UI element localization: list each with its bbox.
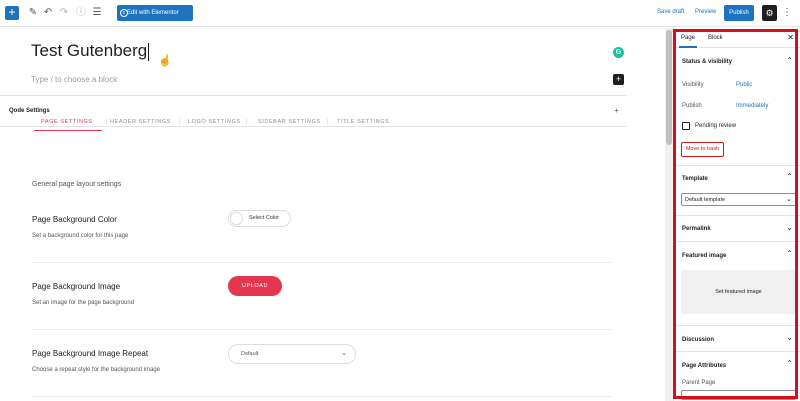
post-title-input[interactable]: Test Gutenberg: [31, 41, 150, 61]
info-icon[interactable]: ⓘ: [75, 6, 87, 20]
repeat-style-select[interactable]: Default ⌄: [228, 344, 356, 364]
more-options-icon[interactable]: ⋮: [782, 5, 792, 21]
template-select-value: Default template: [685, 197, 726, 203]
post-title-text: Test Gutenberg: [31, 41, 148, 60]
select-color-button[interactable]: Select Color: [228, 210, 291, 227]
parent-page-label: Parent Page: [682, 380, 716, 386]
tab-block[interactable]: Block: [708, 35, 723, 41]
chevron-up-icon[interactable]: ⌃: [786, 56, 793, 65]
upload-button[interactable]: UPLOAD: [228, 276, 282, 296]
field-description: Set an image for the page background: [32, 300, 135, 306]
visibility-label: Visibility: [682, 82, 704, 88]
preview-button[interactable]: Preview: [695, 9, 716, 15]
panel-title: Permalink: [682, 226, 711, 232]
tab-divider: |: [179, 119, 181, 125]
text-caret: [148, 42, 150, 61]
list-view-icon[interactable]: ☰: [91, 6, 103, 20]
expand-icon[interactable]: +: [614, 106, 619, 115]
pending-review-label: Pending review: [695, 123, 737, 129]
tab-logo-settings[interactable]: LOGO SETTINGS: [188, 119, 241, 125]
field-row-bg-color: Page Background Color Set a background c…: [32, 210, 612, 263]
add-block-icon[interactable]: +: [613, 74, 624, 85]
qode-settings-title: Qode Settings: [9, 108, 50, 114]
redo-icon[interactable]: ↷: [58, 6, 70, 20]
settings-sidebar: Page Block ✕ Status & visibility ⌃ Visib…: [673, 28, 800, 401]
tab-title-settings[interactable]: TITLE SETTINGS: [337, 119, 389, 125]
parent-page-select[interactable]: [681, 390, 796, 400]
tab-divider: |: [327, 119, 329, 125]
tab-page[interactable]: Page: [681, 35, 695, 41]
block-placeholder[interactable]: Type / to choose a block: [31, 75, 117, 84]
repeat-select-value: Default: [241, 351, 259, 357]
editor-scrollbar[interactable]: [665, 28, 673, 401]
featured-image-panel: Featured image ⌃ Set featured image: [674, 242, 800, 326]
tab-divider: |: [106, 119, 108, 125]
panel-title[interactable]: Template: [682, 176, 708, 182]
undo-icon[interactable]: ↶: [42, 6, 54, 20]
template-select[interactable]: Default template ⌄: [681, 193, 796, 206]
page-attributes-panel: Page Attributes ⌃ Parent Page: [674, 352, 800, 401]
qode-tabs: PAGE SETTINGS | HEADER SETTINGS | LOGO S…: [32, 119, 402, 133]
field-description: Set a background color for this page: [32, 233, 129, 239]
edit-with-elementor-button[interactable]: E Edit with Elementor: [117, 5, 193, 21]
panel-title[interactable]: Page Attributes: [682, 363, 726, 369]
color-swatch: [230, 212, 243, 225]
add-block-toggle-icon[interactable]: +: [5, 6, 19, 20]
sidebar-tabs: Page Block ✕: [674, 28, 800, 48]
elementor-icon: E: [120, 9, 128, 17]
settings-gear-icon[interactable]: ⚙: [762, 5, 777, 21]
publish-label: Publish: [682, 103, 702, 109]
discussion-panel[interactable]: Discussion ⌄: [674, 326, 800, 352]
editor-toolbar: + ✎ ↶ ↷ ⓘ ☰ E Edit with Elementor Save d…: [0, 0, 800, 27]
select-color-label: Select Color: [249, 215, 279, 221]
template-panel: Template ⌃ Default template ⌄: [674, 166, 800, 216]
tab-sidebar-settings[interactable]: SIDEBAR SETTINGS: [258, 119, 321, 125]
chevron-down-icon[interactable]: ⌄: [786, 223, 793, 232]
panel-title[interactable]: Featured image: [682, 253, 726, 259]
move-to-trash-button[interactable]: Move to trash: [681, 142, 724, 157]
hand-cursor-icon: ☝: [158, 55, 172, 67]
elementor-button-label: Edit with Elementor: [127, 10, 179, 16]
field-row-bg-repeat: Page Background Image Repeat Choose a re…: [32, 344, 612, 397]
pending-review-checkbox[interactable]: [682, 122, 690, 130]
tab-divider: |: [246, 119, 248, 125]
tab-header-settings[interactable]: HEADER SETTINGS: [110, 119, 171, 125]
field-row-bg-image: Page Background Image Set an image for t…: [32, 276, 612, 330]
status-visibility-panel: Status & visibility ⌃ Visibility Public …: [674, 48, 800, 166]
tab-page-settings[interactable]: PAGE SETTINGS: [41, 119, 93, 125]
field-title: Page Background Image Repeat: [32, 349, 149, 358]
active-tab-indicator: [34, 130, 102, 131]
visibility-value-link[interactable]: Public: [736, 82, 752, 88]
publish-date-link[interactable]: Immediately: [736, 103, 768, 109]
save-draft-button[interactable]: Save draft: [657, 9, 684, 15]
section-intro: General page layout settings: [32, 181, 122, 188]
permalink-panel[interactable]: Permalink ⌄: [674, 216, 800, 242]
chevron-up-icon[interactable]: ⌃: [786, 249, 793, 258]
chevron-down-icon: ⌄: [786, 196, 792, 203]
field-title: Page Background Color: [32, 215, 117, 224]
edit-tool-icon[interactable]: ✎: [27, 6, 39, 20]
panel-title: Discussion: [682, 337, 715, 343]
field-description: Choose a repeat style for the background…: [32, 367, 161, 373]
chevron-up-icon[interactable]: ⌃: [786, 172, 793, 181]
set-featured-image-button[interactable]: Set featured image: [681, 270, 796, 314]
panel-title[interactable]: Status & visibility: [682, 59, 732, 65]
close-icon[interactable]: ✕: [787, 33, 794, 42]
publish-button[interactable]: Publish: [724, 5, 754, 21]
grammarly-icon[interactable]: G: [613, 47, 624, 58]
editor-canvas: Test Gutenberg ☝ G Type / to choose a bl…: [0, 28, 665, 401]
chevron-down-icon: ⌄: [341, 350, 347, 357]
field-title: Page Background Image: [32, 282, 121, 291]
scrollbar-thumb[interactable]: [666, 30, 672, 145]
chevron-down-icon[interactable]: ⌄: [786, 333, 793, 342]
chevron-up-icon[interactable]: ⌃: [786, 359, 793, 368]
